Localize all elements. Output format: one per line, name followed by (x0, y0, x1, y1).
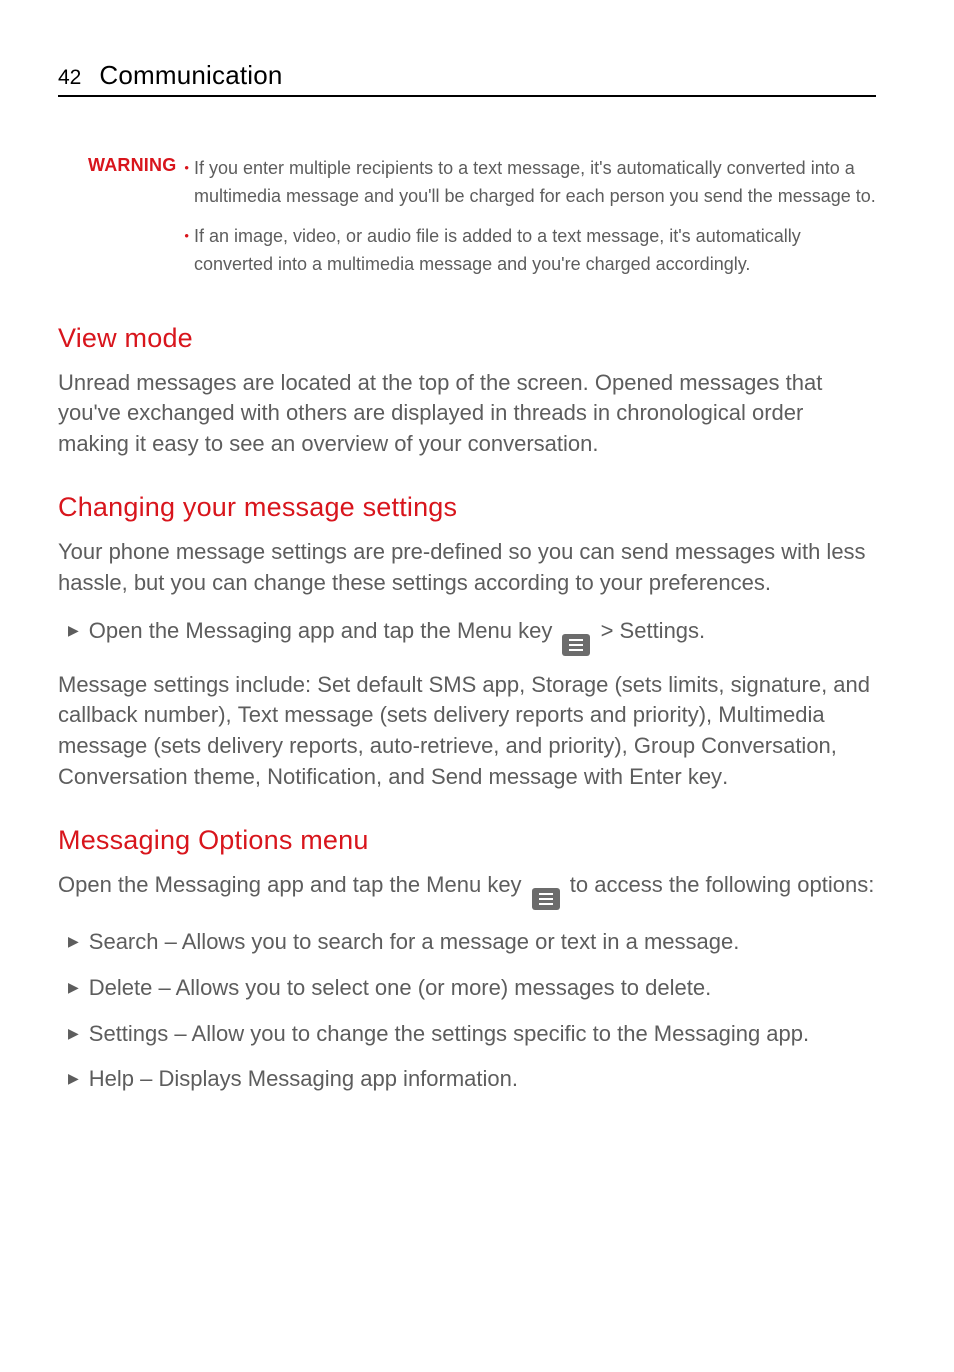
text: . (722, 764, 728, 789)
section-heading-view-mode: View mode (58, 323, 876, 354)
triangle-icon: ▶ (68, 615, 79, 656)
text: Open the (89, 618, 186, 643)
settings-include-paragraph: Message settings include: Set default SM… (58, 670, 876, 793)
text: . (699, 618, 705, 643)
changing-settings-body: Your phone message settings are pre-defi… (58, 537, 876, 599)
chapter-title: Communication (99, 60, 282, 91)
text: app and tap the (292, 618, 457, 643)
option-name: Delete (89, 975, 153, 1000)
view-mode-body: Unread messages are located at the top o… (58, 368, 876, 460)
text: Message settings include: (58, 672, 317, 697)
warning-label: WARNING (88, 155, 176, 291)
option-name: Help (89, 1066, 134, 1091)
bold-text: Messaging (185, 618, 291, 643)
text: , (519, 672, 531, 697)
text: Open the (58, 872, 155, 897)
warning-text: If an image, video, or audio file is add… (194, 223, 876, 279)
bold-text: Group Conversation (634, 733, 831, 758)
option-item-delete: ▶ Delete – Allows you to select one (or … (58, 972, 876, 1004)
bold-text: Menu key (426, 872, 521, 897)
warning-item: • If you enter multiple recipients to a … (184, 155, 876, 211)
bold-text: Messaging (155, 872, 261, 897)
triangle-icon: ▶ (68, 1063, 79, 1095)
text: , (255, 764, 267, 789)
bullet-icon: • (184, 223, 189, 279)
option-item-help: ▶ Help – Displays Messaging app informat… (58, 1063, 876, 1095)
warning-text: If you enter multiple recipients to a te… (194, 155, 876, 211)
bold-text: Menu key (457, 618, 552, 643)
option-desc: – Displays Messaging app information. (134, 1066, 518, 1091)
bold-text: Set default SMS app (317, 672, 519, 697)
page-header: 42 Communication (58, 60, 876, 97)
bullet-icon: • (184, 155, 189, 211)
bold-text: Settings (620, 618, 700, 643)
triangle-icon: ▶ (68, 926, 79, 958)
menu-key-icon (532, 888, 560, 910)
option-desc: – Allows you to select one (or more) mes… (152, 975, 711, 1000)
text: , (831, 733, 837, 758)
section-heading-options-menu: Messaging Options menu (58, 825, 876, 856)
text: > (594, 618, 619, 643)
warning-content: • If you enter multiple recipients to a … (184, 155, 876, 291)
option-desc: – Allow you to change the settings speci… (168, 1021, 809, 1046)
text: app and tap the (261, 872, 426, 897)
bold-text: Notification (267, 764, 376, 789)
bold-text: Storage (531, 672, 608, 697)
option-text: Help – Displays Messaging app informatio… (89, 1063, 518, 1095)
text: (sets delivery reports, auto-retrieve, a… (147, 733, 634, 758)
option-item-search: ▶ Search – Allows you to search for a me… (58, 926, 876, 958)
options-intro: Open the Messaging app and tap the Menu … (58, 870, 876, 910)
option-text: Delete – Allows you to select one (or mo… (89, 972, 711, 1004)
warning-block: WARNING • If you enter multiple recipien… (88, 155, 876, 291)
bold-text: Send message with Enter key (431, 764, 722, 789)
step-text: Open the Messaging app and tap the Menu … (89, 615, 705, 656)
bold-text: Conversation theme (58, 764, 255, 789)
text: , and (376, 764, 431, 789)
bold-text: Text message (238, 702, 374, 727)
option-text: Search – Allows you to search for a mess… (89, 926, 740, 958)
option-name: Settings (89, 1021, 169, 1046)
option-item-settings: ▶ Settings – Allow you to change the set… (58, 1018, 876, 1050)
option-text: Settings – Allow you to change the setti… (89, 1018, 809, 1050)
text: (sets delivery reports and priority), (373, 702, 718, 727)
option-name: Search (89, 929, 159, 954)
warning-item: • If an image, video, or audio file is a… (184, 223, 876, 279)
option-desc: – Allows you to search for a message or … (159, 929, 740, 954)
step-item: ▶ Open the Messaging app and tap the Men… (58, 615, 876, 656)
page-number: 42 (58, 66, 81, 90)
triangle-icon: ▶ (68, 972, 79, 1004)
triangle-icon: ▶ (68, 1018, 79, 1050)
section-heading-changing-settings: Changing your message settings (58, 492, 876, 523)
page-container: 42 Communication WARNING • If you enter … (0, 0, 954, 1169)
menu-key-icon (562, 634, 590, 656)
text: to access the following options: (564, 872, 875, 897)
